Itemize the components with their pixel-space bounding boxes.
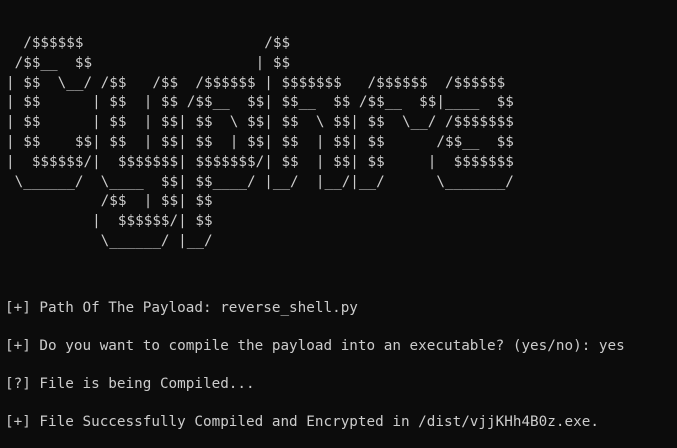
status-prefix: [?] — [5, 376, 31, 392]
status-prefix: [+] — [5, 338, 31, 354]
output-text: Path Of The Payload: reverse_shell.py — [30, 300, 358, 316]
banner-line: | $$ \__/ /$$ /$$ /$$$$$$ | $$$$$$$ /$$$… — [6, 74, 506, 91]
banner-line: | $$ | $$ | $$| $$ \ $$| $$ \ $$| $$ \__… — [6, 114, 514, 131]
ascii-art-banner: /$$$$$$ /$$ /$$__ $$ | $$ | $$ \__/ /$$ … — [6, 34, 514, 252]
output-line-compiling: [?] File is being Compiled... — [5, 375, 255, 395]
banner-line: /$$__ $$ | $$ — [6, 54, 291, 71]
output-line-compile-prompt: [+] Do you want to compile the payload i… — [5, 337, 625, 357]
output-line-payload-path: [+] Path Of The Payload: reverse_shell.p… — [5, 299, 358, 319]
terminal-window[interactable]: /$$$$$$ /$$ /$$__ $$ | $$ | $$ \__/ /$$ … — [0, 0, 677, 448]
banner-line: \______/ \____ $$| $$____/ |__/ |__/|__/… — [6, 173, 514, 190]
status-prefix: [+] — [5, 300, 31, 316]
output-line-success: [+] File Successfully Compiled and Encry… — [5, 413, 599, 433]
banner-line: | $$ | $$ | $$ /$$__ $$| $$__ $$ /$$__ $… — [6, 94, 514, 111]
status-prefix: [+] — [5, 414, 31, 430]
banner-line: /$$$$$$ /$$ — [6, 35, 291, 51]
output-text: Do you want to compile the payload into … — [30, 338, 625, 354]
banner-line: | $$ $$| $$ | $$| $$ | $$| $$ | $$| $$ /… — [6, 133, 514, 150]
output-text: File is being Compiled... — [30, 376, 255, 392]
banner-line: | $$$$$$/| $$$$$$$| $$$$$$$/| $$ | $$| $… — [6, 153, 514, 170]
banner-line: /$$ | $$| $$ — [6, 193, 213, 210]
output-text: File Successfully Compiled and Encrypted… — [30, 414, 599, 430]
banner-line: | $$$$$$/| $$ — [6, 213, 213, 230]
banner-line: \______/ |__/ — [6, 232, 213, 249]
